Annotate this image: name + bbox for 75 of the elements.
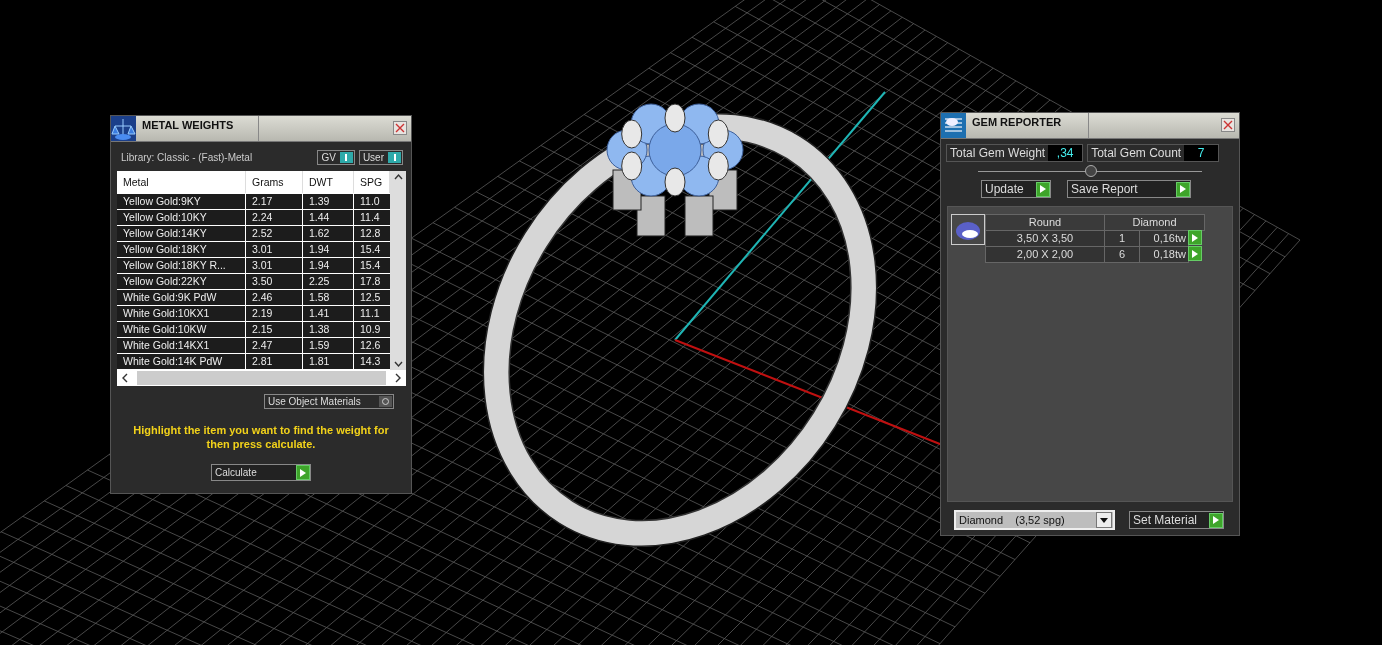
set-material-button[interactable]: Set Material bbox=[1129, 511, 1224, 529]
table-cell: White Gold:14KX1 bbox=[117, 338, 246, 353]
table-cell: 1.94 bbox=[303, 242, 354, 257]
table-cell: 12.5 bbox=[354, 290, 390, 305]
table-cell: 2.25 bbox=[303, 274, 354, 289]
total-weight-label: Total Gem Weight bbox=[949, 145, 1047, 161]
table-cell: White Gold:14K PdW bbox=[117, 354, 246, 369]
table-cell: 1.38 bbox=[303, 322, 354, 337]
report-button[interactable]: Save Report bbox=[1067, 180, 1191, 198]
table-cell: Yellow Gold:18KY R... bbox=[117, 258, 246, 273]
instruction-text: Highlight the item you want to find the weight for then press calculate. bbox=[132, 423, 390, 451]
table-cell: 2.19 bbox=[246, 306, 303, 321]
play-icon[interactable] bbox=[1209, 512, 1223, 528]
table-cell: 2.17 bbox=[246, 194, 303, 209]
toggle-button[interactable]: GV bbox=[317, 150, 355, 165]
table-cell: 3.50 bbox=[246, 274, 303, 289]
gem-icon bbox=[951, 214, 985, 245]
table-cell: White Gold:10KX1 bbox=[117, 306, 246, 321]
library-label: Library: Classic - (Fast)-Metal bbox=[121, 152, 254, 163]
material-dropdown[interactable]: Diamond (3,52 spg) bbox=[954, 510, 1115, 530]
table-cell: 2.15 bbox=[246, 322, 303, 337]
play-icon[interactable] bbox=[1036, 181, 1050, 197]
table-cell: 1.62 bbox=[303, 226, 354, 241]
scale-icon bbox=[111, 116, 136, 141]
toggle-button[interactable]: User bbox=[358, 150, 403, 165]
table-cell: 15.4 bbox=[354, 258, 390, 273]
table-cell: Yellow Gold:10KY bbox=[117, 210, 246, 225]
collapse-handle[interactable] bbox=[1085, 165, 1097, 177]
scroll-left-icon[interactable] bbox=[121, 373, 129, 383]
table-cell: Yellow Gold:9KY bbox=[117, 194, 246, 209]
table-cell: 12.8 bbox=[354, 226, 390, 241]
table-cell: 6 bbox=[1104, 246, 1140, 263]
table-cell: 2.47 bbox=[246, 338, 303, 353]
total-count-label: Total Gem Count bbox=[1090, 145, 1183, 161]
table-cell: 1.58 bbox=[303, 290, 354, 305]
table-cell: 2.52 bbox=[246, 226, 303, 241]
table-cell: White Gold:10KW bbox=[117, 322, 246, 337]
table-cell: 1.81 bbox=[303, 354, 354, 369]
close-button[interactable] bbox=[393, 121, 407, 135]
table-cell: 1.44 bbox=[303, 210, 354, 225]
table-cell: 2.46 bbox=[246, 290, 303, 305]
table-cell: 3.01 bbox=[246, 258, 303, 273]
total-weight-value: ,34 bbox=[1048, 145, 1083, 161]
table-cell: Yellow Gold:18KY bbox=[117, 242, 246, 257]
table-cell: 17.8 bbox=[354, 274, 390, 289]
table-cell: 1.41 bbox=[303, 306, 354, 321]
window-title: METAL WEIGHTS bbox=[136, 116, 259, 141]
table-cell: 12.6 bbox=[354, 338, 390, 353]
table-cell: 2.24 bbox=[246, 210, 303, 225]
close-button[interactable] bbox=[1221, 118, 1235, 132]
toggle-button[interactable]: Use Object Materials bbox=[264, 394, 394, 409]
table-cell: Yellow Gold:22KY bbox=[117, 274, 246, 289]
table-cell: 15.4 bbox=[354, 242, 390, 257]
vertical-scrollbar[interactable] bbox=[390, 171, 406, 370]
table-cell: 1.39 bbox=[303, 194, 354, 209]
calculate-button[interactable]: Calculate bbox=[211, 464, 311, 481]
table-cell: White Gold:9K PdW bbox=[117, 290, 246, 305]
table-cell: 11.4 bbox=[354, 210, 390, 225]
table-cell: 11.0 bbox=[354, 194, 390, 209]
table-cell: 14.3 bbox=[354, 354, 390, 369]
table-cell: 1.94 bbox=[303, 258, 354, 273]
table-cell: 1.59 bbox=[303, 338, 354, 353]
table-cell: 2,00 X 2,00 bbox=[985, 246, 1105, 263]
table-cell: 3.01 bbox=[246, 242, 303, 257]
window-title: GEM REPORTER bbox=[966, 113, 1089, 138]
table-cell: 0,18tw bbox=[1139, 246, 1189, 263]
total-count-value: 7 bbox=[1184, 145, 1219, 161]
table-cell: 10.9 bbox=[354, 322, 390, 337]
play-icon[interactable] bbox=[1176, 181, 1190, 197]
scroll-right-icon[interactable] bbox=[394, 373, 402, 383]
table-cell: 11.1 bbox=[354, 306, 390, 321]
table-cell: 2.81 bbox=[246, 354, 303, 369]
report-icon bbox=[941, 113, 966, 138]
report-button[interactable]: Update bbox=[981, 180, 1051, 198]
table-cell: Yellow Gold:14KY bbox=[117, 226, 246, 241]
